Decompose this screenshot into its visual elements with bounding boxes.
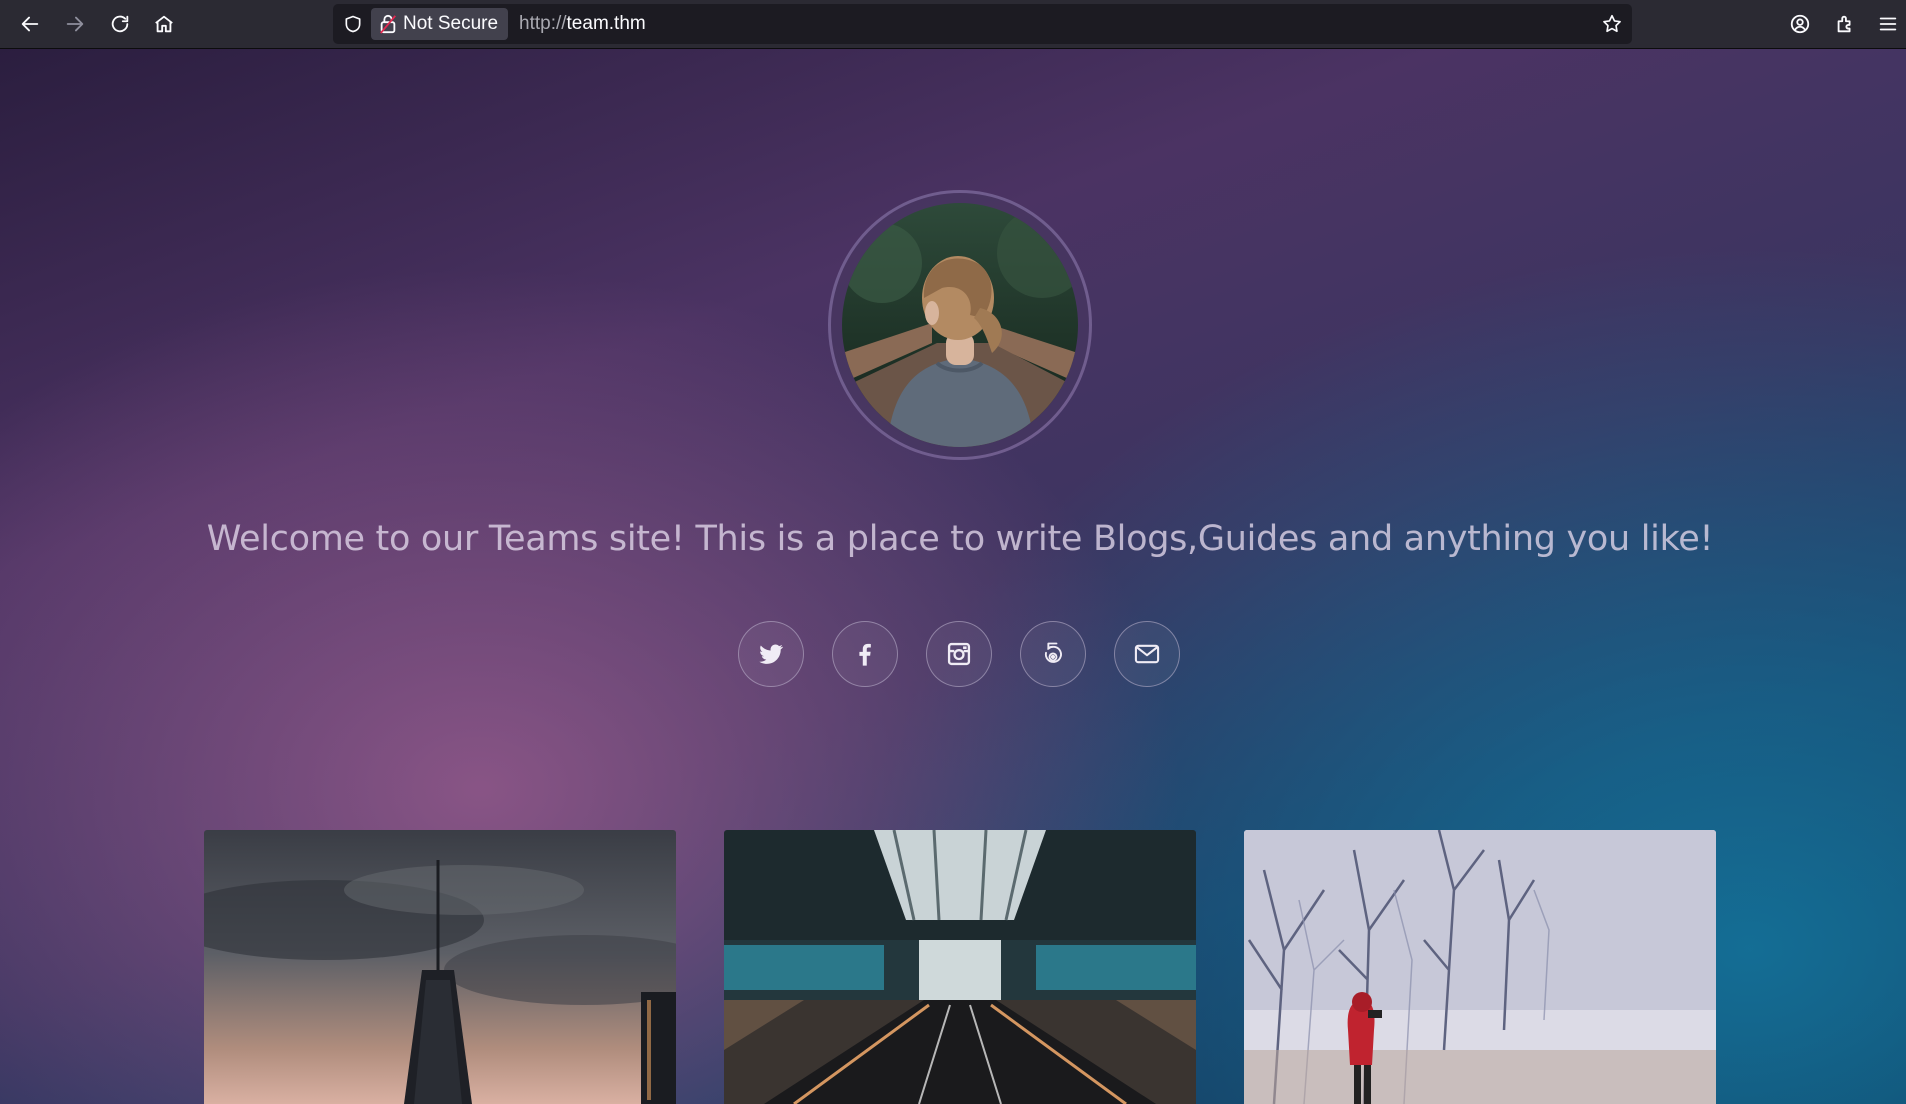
avatar-photo	[842, 203, 1078, 447]
star-icon	[1603, 14, 1621, 33]
reload-button[interactable]	[102, 6, 138, 42]
site-security-button[interactable]: Not Secure	[371, 8, 509, 40]
instagram-icon	[947, 642, 971, 666]
forward-button[interactable]	[57, 6, 93, 42]
page-content: Welcome to our Teams site! This is a pla…	[0, 49, 1906, 1104]
bookmark-button[interactable]	[1600, 12, 1624, 36]
avatar	[842, 203, 1078, 447]
escalator-photo	[724, 830, 1196, 1104]
arrow-right-icon	[66, 16, 84, 32]
welcome-heading: Welcome to our Teams site! This is a pla…	[206, 519, 1714, 559]
social-links	[738, 621, 1182, 689]
url-protocol: http://	[519, 13, 567, 34]
insecure-lock-icon	[380, 14, 396, 34]
gallery-card-snow[interactable]	[1244, 830, 1716, 1104]
menu-button[interactable]	[1870, 6, 1906, 42]
snow-photo	[1244, 830, 1716, 1104]
arrow-left-icon	[21, 16, 39, 32]
extensions-button[interactable]	[1827, 6, 1863, 42]
url-text[interactable]: http://team.thm	[519, 4, 646, 44]
instagram-link[interactable]	[926, 621, 992, 687]
url-bar[interactable]: Not Secure http://team.thm	[333, 4, 1632, 44]
browser-toolbar: Not Secure http://team.thm	[0, 0, 1906, 49]
twitter-icon	[759, 644, 784, 664]
hamburger-icon	[1879, 17, 1897, 31]
security-label: Not Secure	[403, 13, 499, 34]
home-button[interactable]	[146, 6, 182, 42]
account-icon	[1790, 14, 1810, 34]
puzzle-icon	[1837, 15, 1851, 33]
500px-icon	[1044, 642, 1062, 663]
500px-link[interactable]	[1020, 621, 1086, 687]
twitter-link[interactable]	[738, 621, 804, 687]
facebook-link[interactable]	[832, 621, 898, 687]
reload-icon	[111, 15, 129, 33]
tracking-shield-button[interactable]	[341, 12, 365, 36]
envelope-icon	[1134, 644, 1160, 664]
skyscraper-photo	[204, 830, 676, 1104]
facebook-icon	[859, 643, 871, 666]
email-link[interactable]	[1114, 621, 1180, 687]
back-button[interactable]	[12, 6, 48, 42]
account-button[interactable]	[1782, 6, 1818, 42]
home-icon	[155, 15, 173, 33]
gallery-card-skyscraper[interactable]	[204, 830, 676, 1104]
url-host: team.thm	[566, 13, 646, 34]
gallery-card-escalator[interactable]	[724, 830, 1196, 1104]
tracking-shield-icon	[345, 15, 361, 33]
